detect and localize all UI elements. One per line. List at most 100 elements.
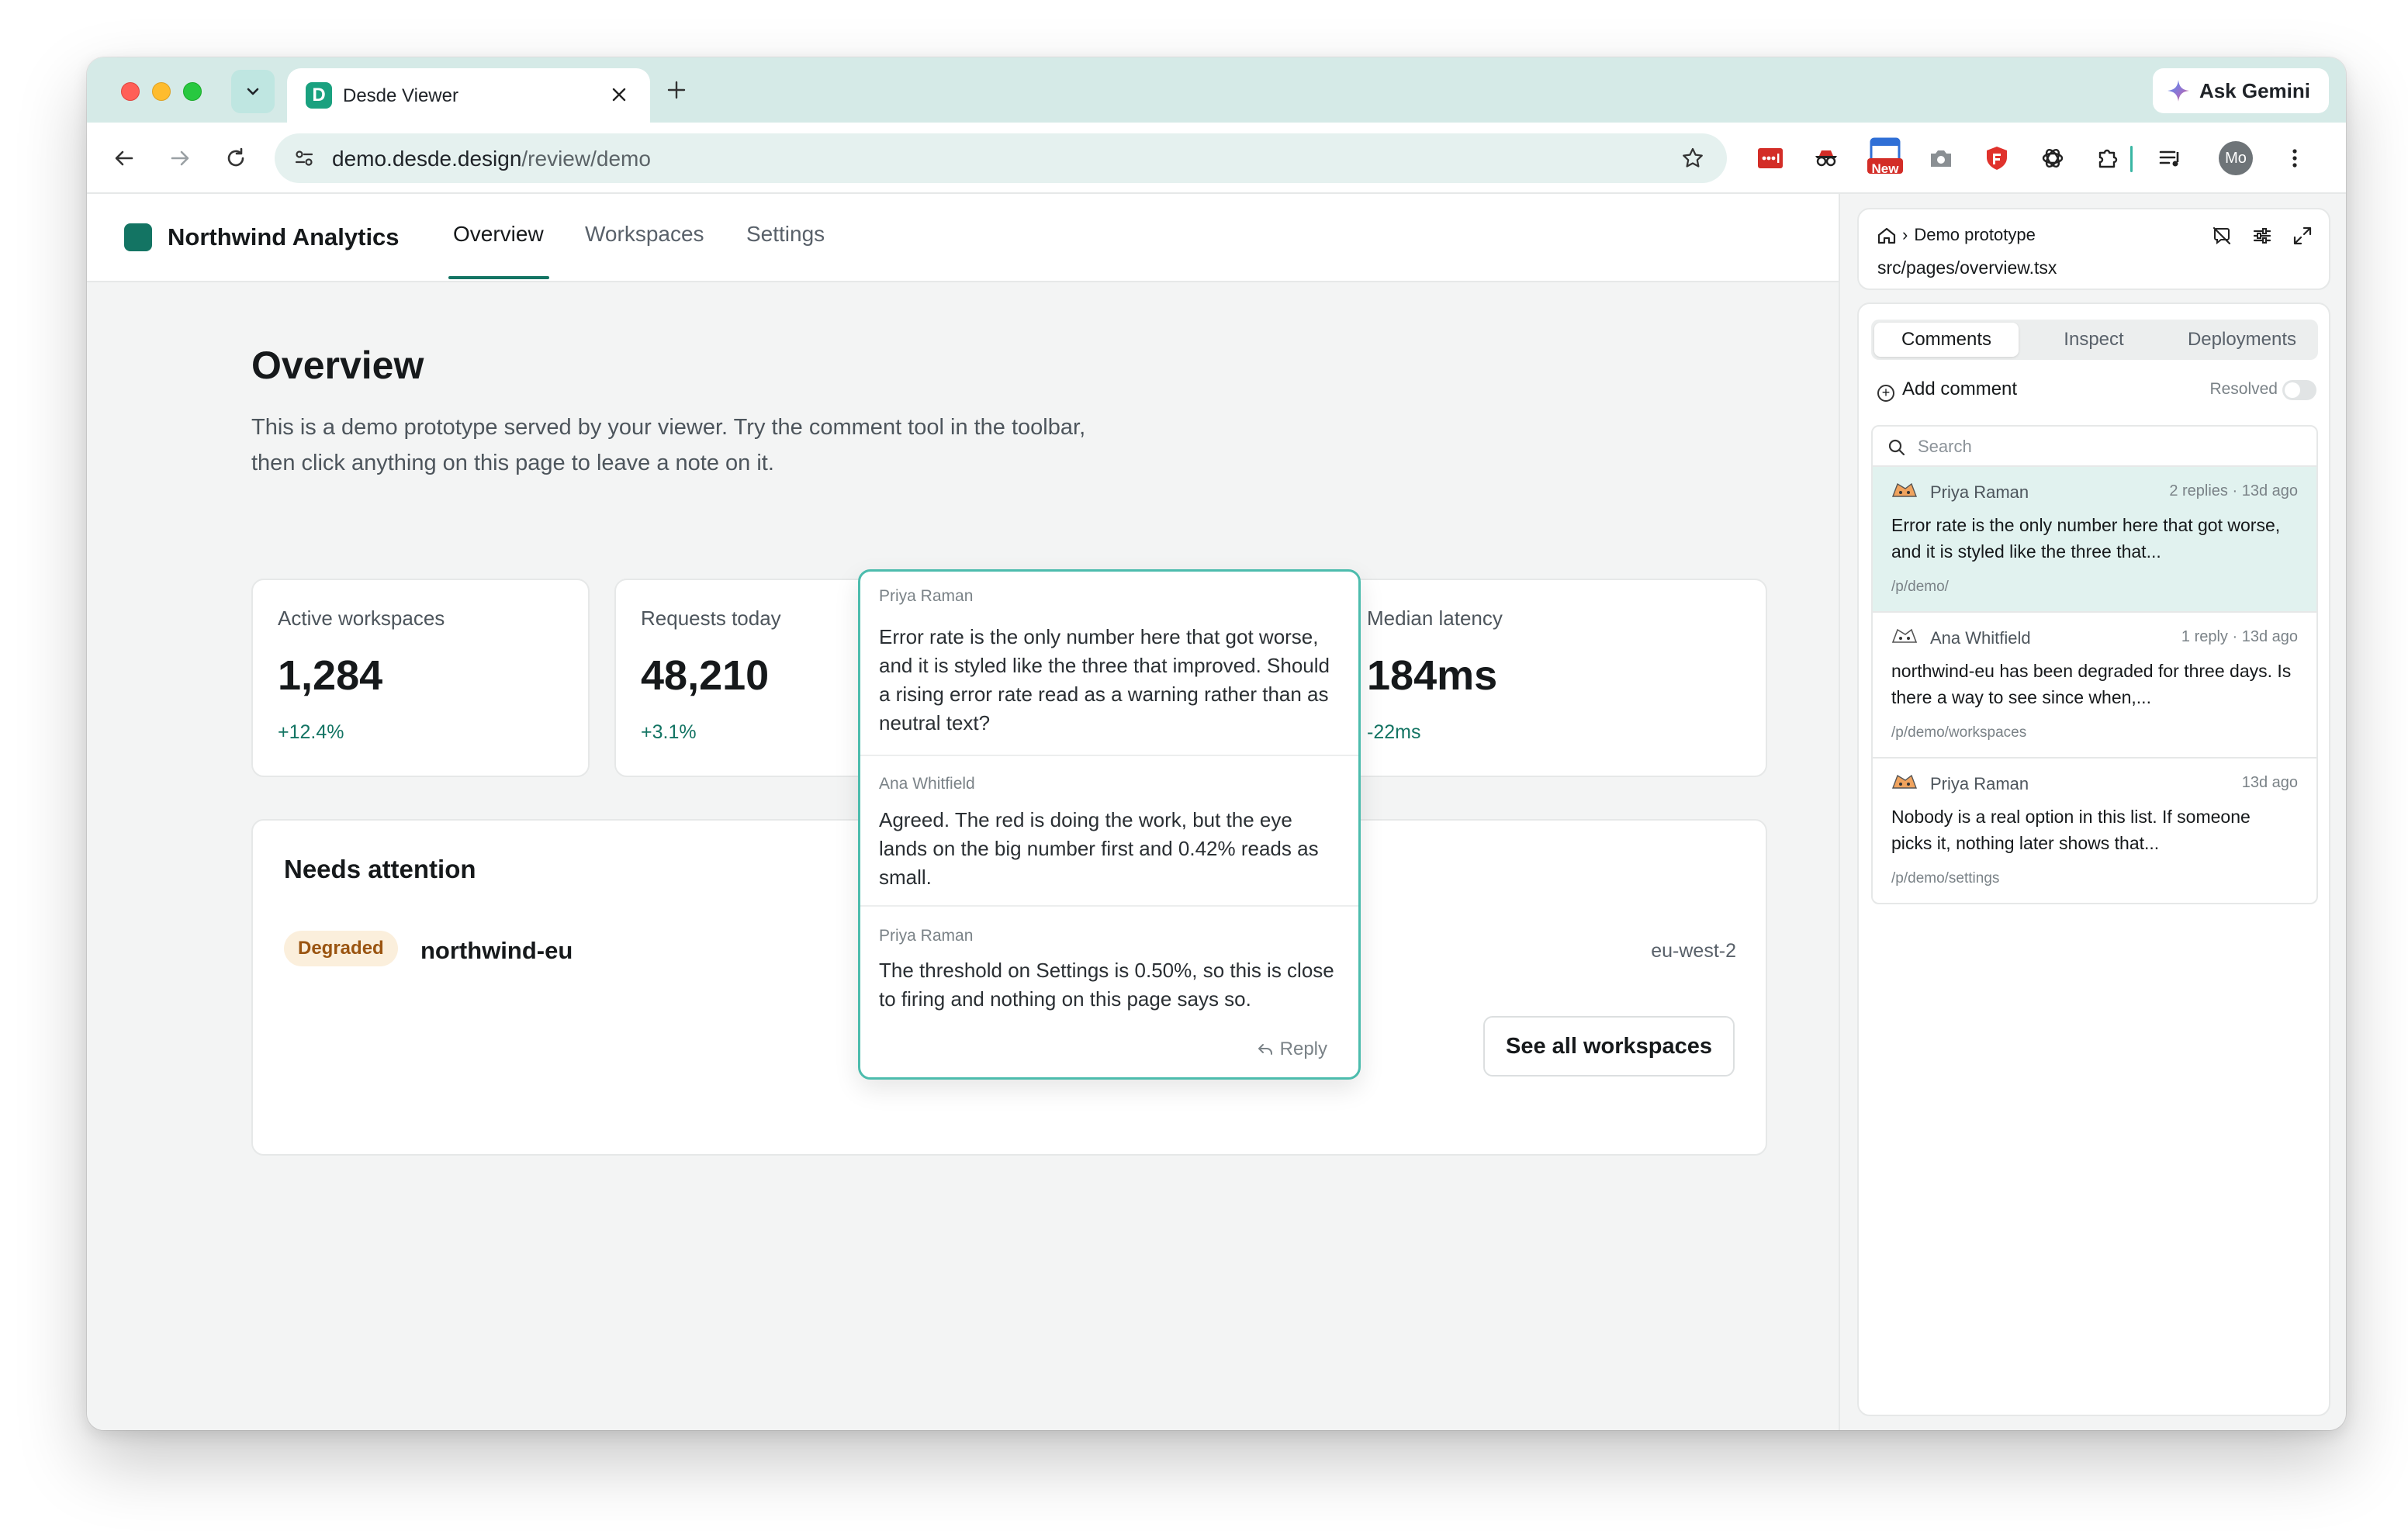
message-body: Agreed. The red is doing the work, but t… <box>879 808 1319 889</box>
comment-thread-popover[interactable]: Priya Raman Error rate is the only numbe… <box>858 569 1361 1080</box>
ask-gemini-button[interactable]: Ask Gemini <box>2152 68 2329 113</box>
browser-window: D Desde Viewer Ask Gemini demo.desde.des… <box>87 57 2346 1430</box>
chevron-down-icon <box>247 88 259 95</box>
browser-menu-button[interactable] <box>2279 143 2310 174</box>
filter-button[interactable] <box>2250 223 2275 248</box>
chevron-right-icon: › <box>1902 225 1908 244</box>
see-all-workspaces-button[interactable]: See all workspaces <box>1483 1016 1735 1077</box>
stat-delta: -22ms <box>1367 721 1421 743</box>
comment-excerpt: northwind-eu has been degraded for three… <box>1891 661 2292 707</box>
extension-screenshot-button[interactable] <box>1925 143 1956 174</box>
site-settings-icon <box>295 150 313 166</box>
comment-list: Priya Raman 2 replies · 13d ago Error ra… <box>1871 425 2318 904</box>
comment-author: Priya Raman <box>1930 774 2029 793</box>
workspace-name[interactable]: northwind-eu <box>420 937 573 965</box>
shield-icon <box>1987 147 2007 170</box>
comment-excerpt: Nobody is a real option in this list. If… <box>1891 807 2251 853</box>
stat-delta: +3.1% <box>641 721 697 743</box>
close-window-button[interactable] <box>121 82 140 101</box>
home-icon[interactable] <box>1876 225 1898 247</box>
lastpass-icon <box>1758 148 1783 168</box>
close-icon <box>612 88 626 102</box>
comment-list-item[interactable]: Priya Raman 2 replies · 13d ago Error ra… <box>1873 467 2316 613</box>
message-author: Priya Raman <box>879 927 974 945</box>
comment-search <box>1873 427 2316 467</box>
comment-meta: 1 reply · 13d ago <box>2181 628 2298 645</box>
back-button[interactable] <box>106 140 143 177</box>
resolved-toggle[interactable] <box>2282 380 2316 400</box>
stat-value: 184ms <box>1367 652 1498 699</box>
page-title: Overview <box>251 344 424 387</box>
message-author: Priya Raman <box>879 587 974 605</box>
page-description: This is a demo prototype served by your … <box>251 415 1086 475</box>
add-comment-button[interactable]: + Add comment <box>1877 378 2017 402</box>
bookmark-button[interactable] <box>1676 141 1710 175</box>
status-badge: Degraded <box>284 931 398 966</box>
search-input[interactable] <box>1918 434 2290 459</box>
comment-path: /p/demo/workspaces <box>1891 724 2027 741</box>
minimize-window-button[interactable] <box>152 82 171 101</box>
puzzle-icon <box>2098 149 2118 168</box>
tab-inspect[interactable]: Inspect <box>2022 323 2166 357</box>
reload-button[interactable] <box>217 140 254 177</box>
profile-avatar[interactable]: Mo <box>2219 141 2253 175</box>
comment-path: /p/demo/settings <box>1891 870 2000 886</box>
tab-search-button[interactable] <box>231 70 275 113</box>
camera-icon <box>1931 150 1951 167</box>
brand-logo <box>124 223 152 251</box>
toolbar-separator <box>2130 146 2133 172</box>
tab-favicon: D <box>306 82 332 109</box>
stat-delta: +12.4% <box>278 721 344 743</box>
message-author: Ana Whitfield <box>879 775 975 793</box>
review-panel: › Demo prototype src/pages/overview.tsx C… <box>1842 194 2346 1430</box>
stat-card-median-latency[interactable]: Median latency 184ms -22ms <box>1341 579 1767 777</box>
address-bar[interactable]: demo.desde.design/review/demo <box>275 133 1727 183</box>
breadcrumb-label[interactable]: Demo prototype <box>1914 225 2036 244</box>
comment-author: Priya Raman <box>1930 482 2029 502</box>
comment-meta: 13d ago <box>2241 774 2298 791</box>
location-card: › Demo prototype src/pages/overview.tsx <box>1857 208 2330 290</box>
extension-shield-button[interactable] <box>1981 143 2012 174</box>
extensions-menu-button[interactable] <box>2093 143 2124 174</box>
gemini-sparkle-icon <box>2167 80 2189 102</box>
section-title: Needs attention <box>284 855 476 883</box>
sliders-icon <box>2253 228 2271 244</box>
stat-value: 48,210 <box>641 652 770 699</box>
comment-excerpt: Error rate is the only number here that … <box>1891 515 2281 562</box>
tab-comments[interactable]: Comments <box>1874 323 2019 357</box>
stat-label: Median latency <box>1367 607 1503 630</box>
panel-tabs: Comments Inspect Deployments <box>1871 320 2318 360</box>
reading-list-button[interactable] <box>2155 143 2186 174</box>
comment-list-item[interactable]: Priya Raman 13d ago Nobody is a real opt… <box>1873 759 2316 903</box>
comment-list-item[interactable]: Ana Whitfield 1 reply · 13d ago northwin… <box>1873 613 2316 759</box>
extension-lastpass-button[interactable] <box>1755 143 1786 174</box>
avatar-icon <box>1891 774 1918 789</box>
star-icon <box>1683 147 1703 168</box>
brand-name: Northwind Analytics <box>168 223 400 251</box>
reply-arrow-icon <box>1258 1044 1272 1055</box>
extension-new-button[interactable]: New <box>1867 135 1904 177</box>
search-icon <box>1888 439 1905 456</box>
maximize-window-button[interactable] <box>183 82 202 101</box>
expand-panel-button[interactable] <box>2290 223 2315 248</box>
extension-openai-button[interactable] <box>2037 143 2068 174</box>
tab-deployments[interactable]: Deployments <box>2169 323 2315 357</box>
hide-comments-button[interactable] <box>2209 223 2234 248</box>
nav-settings[interactable]: Settings <box>746 222 825 247</box>
reply-button[interactable]: Reply <box>1257 1039 1327 1060</box>
browser-tab[interactable]: D Desde Viewer <box>287 68 650 123</box>
tab-close-button[interactable] <box>605 81 633 109</box>
nav-workspaces[interactable]: Workspaces <box>585 222 704 247</box>
tab-title: Desde Viewer <box>343 85 458 106</box>
plus-icon <box>667 81 686 99</box>
new-badge-label: New <box>1871 161 1899 176</box>
forward-button[interactable] <box>161 140 199 177</box>
new-tab-button[interactable] <box>661 74 692 105</box>
nav-overview[interactable]: Overview <box>453 222 544 247</box>
extension-incognito-button[interactable] <box>1811 143 1842 174</box>
more-vertical-icon <box>2292 149 2297 168</box>
site-info-button[interactable] <box>285 140 323 177</box>
avatar-icon <box>1891 628 1918 643</box>
stat-card-active-workspaces[interactable]: Active workspaces 1,284 +12.4% <box>251 579 590 777</box>
queue-music-icon <box>2159 150 2179 167</box>
